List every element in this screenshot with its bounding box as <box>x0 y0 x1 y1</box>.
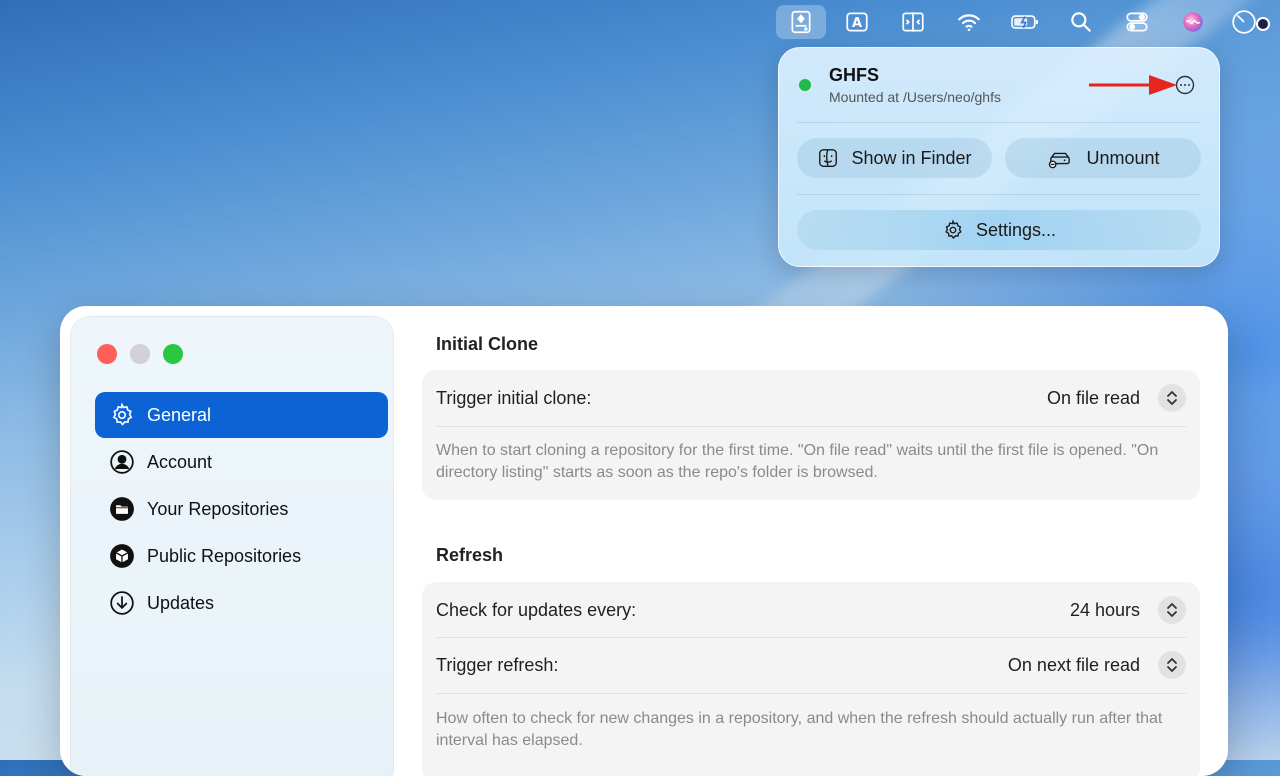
sidebar-item-label: General <box>147 404 212 425</box>
battery-menu[interactable] <box>1000 5 1050 39</box>
sidebar-item-label: Your Repositories <box>147 498 289 519</box>
sidebar-item-general[interactable]: General <box>95 392 388 438</box>
trigger-initial-clone-value: On file read <box>1046 387 1140 408</box>
refresh-help-text: How often to check for new changes in a … <box>436 710 1163 749</box>
control-center-icon <box>1126 12 1148 32</box>
initial-clone-group: Trigger initial clone: On file read When… <box>422 370 1200 500</box>
popup-stepper[interactable] <box>1158 384 1186 412</box>
settings-button[interactable]: Settings... <box>797 210 1201 250</box>
input-source-letter: A <box>852 16 862 31</box>
sidebar-item-public-repositories[interactable]: Public Repositories <box>95 533 388 579</box>
control-center-menu[interactable] <box>1112 5 1162 39</box>
popup-stepper[interactable] <box>1158 596 1186 624</box>
minimize-window-button[interactable] <box>130 344 150 364</box>
show-in-finder-button[interactable]: Show in Finder <box>797 138 992 178</box>
popover-title: GHFS <box>829 65 880 85</box>
gear-icon <box>112 402 133 426</box>
section-title-refresh: Refresh <box>436 545 504 565</box>
folder-icon <box>110 497 134 521</box>
sidebar-item-label: Account <box>147 451 213 472</box>
popup-stepper[interactable] <box>1158 651 1186 679</box>
search-icon <box>1071 12 1091 32</box>
trigger-initial-clone-row: Trigger initial clone: On file read <box>436 370 1186 426</box>
chevron-up-down-icon <box>1167 391 1177 405</box>
battery-charging-icon <box>1011 15 1038 29</box>
sidebar: General Account Your Repositories Public… <box>70 316 394 776</box>
check-updates-row: Check for updates every: 24 hours <box>436 582 1186 638</box>
wifi-icon <box>958 14 980 32</box>
ghfs-popover: GHFS Mounted at /Users/neo/ghfs Show in … <box>778 47 1220 267</box>
settings-label: Settings... <box>975 219 1057 240</box>
trigger-refresh-row: Trigger refresh: On next file read <box>436 637 1186 693</box>
section-title-initial-clone: Initial Clone <box>436 334 539 354</box>
trigger-refresh-label: Trigger refresh: <box>436 654 559 675</box>
sidebar-item-account[interactable]: Account <box>95 439 388 485</box>
trigger-refresh-value: On next file read <box>1007 654 1140 675</box>
initial-clone-help-text: When to start cloning a repository for t… <box>436 442 1159 481</box>
drive-icon <box>791 10 811 34</box>
siri-menu[interactable] <box>1168 5 1218 39</box>
eject-drive-icon <box>1049 152 1071 169</box>
chevron-up-down-icon <box>1167 603 1177 617</box>
more-options-icon[interactable] <box>1175 75 1195 95</box>
sidebar-item-label: Updates <box>147 592 215 613</box>
ghfs-menu-extra[interactable] <box>776 5 826 39</box>
mount-status-indicator <box>799 79 811 91</box>
finder-icon <box>819 149 838 167</box>
check-updates-value: 24 hours <box>1069 599 1140 620</box>
chevron-up-down-icon <box>1167 658 1177 672</box>
display-menu[interactable] <box>888 5 938 39</box>
siri-icon <box>1183 12 1203 32</box>
spotlight-menu[interactable] <box>1056 5 1106 39</box>
row-divider <box>436 426 1186 427</box>
refresh-group: Check for updates every: 24 hours Trigge… <box>422 582 1200 776</box>
close-window-button[interactable] <box>97 344 117 364</box>
check-updates-label: Check for updates every: <box>436 599 637 620</box>
sidebar-item-label: Public Repositories <box>147 545 302 566</box>
sidebar-toggle-icon <box>902 12 924 32</box>
globe-box-icon <box>110 544 134 568</box>
popover-divider <box>797 194 1201 195</box>
download-icon <box>110 591 134 615</box>
mount-path-label: Mounted at /Users/neo/ghfs <box>829 89 1001 105</box>
trigger-initial-clone-select[interactable]: On file read <box>1047 384 1186 412</box>
input-source-menu[interactable]: A <box>832 5 882 39</box>
sidebar-item-your-repositories[interactable]: Your Repositories <box>95 486 388 532</box>
annotation-arrow-icon <box>1089 75 1177 95</box>
zoom-window-button[interactable] <box>163 344 183 364</box>
trigger-initial-clone-label: Trigger initial clone: <box>436 387 592 408</box>
gear-icon <box>945 219 962 240</box>
trigger-refresh-select[interactable]: On next file read <box>1008 651 1186 679</box>
clock-icon <box>1232 10 1256 34</box>
row-divider <box>436 693 1186 694</box>
show-in-finder-label: Show in Finder <box>851 147 972 168</box>
popover-divider <box>797 122 1201 123</box>
notification-dot <box>1256 17 1270 31</box>
person-circle-icon <box>110 450 134 474</box>
check-updates-select[interactable]: 24 hours <box>1070 596 1186 624</box>
settings-window: General Account Your Repositories Public… <box>60 306 1228 776</box>
text-input-icon: A <box>846 12 868 32</box>
sidebar-item-updates[interactable]: Updates <box>95 580 388 626</box>
menu-bar: A <box>776 0 1280 44</box>
unmount-button[interactable]: Unmount <box>1005 138 1201 178</box>
wifi-menu[interactable] <box>944 5 994 39</box>
unmount-label: Unmount <box>1086 147 1160 168</box>
sidebar-nav: General Account Your Repositories Public… <box>95 392 388 627</box>
